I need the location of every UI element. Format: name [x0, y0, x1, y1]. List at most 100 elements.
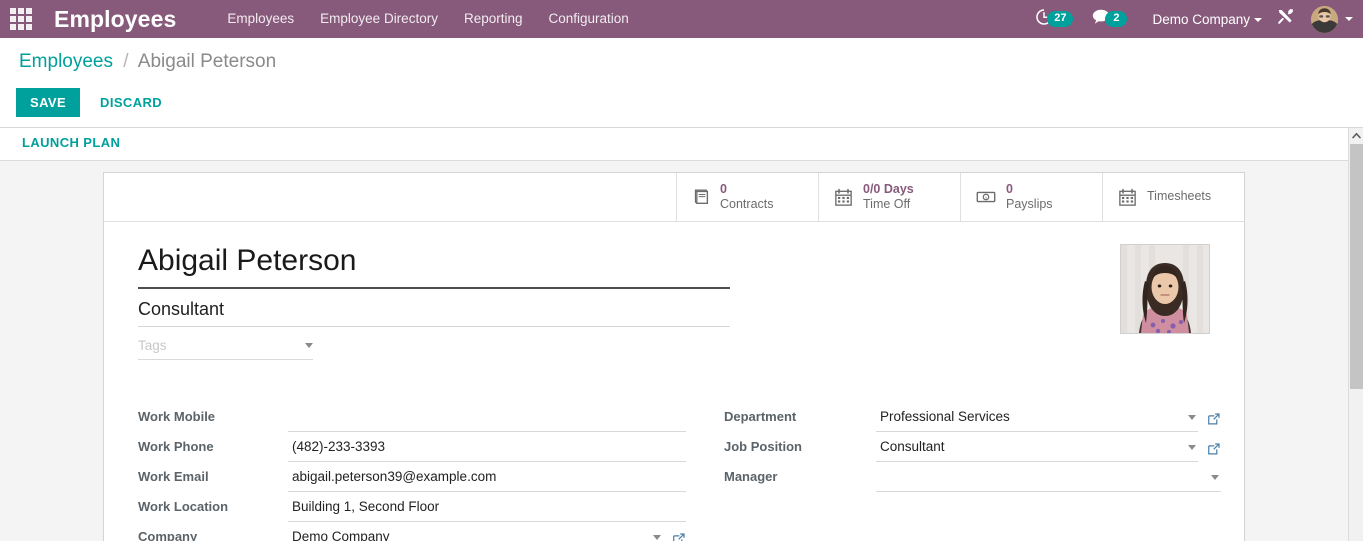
employee-name-input[interactable]: Abigail Peterson — [138, 244, 730, 289]
svg-text:1: 1 — [985, 195, 988, 201]
main-menu: Employees Employee Directory Reporting C… — [214, 0, 641, 38]
chevron-down-icon — [305, 343, 313, 349]
column-gap — [686, 462, 724, 492]
stat-label: Timesheets — [1147, 189, 1212, 204]
stat-value: 0/0 Days — [863, 181, 914, 196]
field-wrap-work-phone: (482)-233-3393 — [288, 432, 686, 463]
external-link-icon — [673, 533, 685, 541]
debug-tools-menu[interactable] — [1276, 7, 1295, 31]
open-company-record-button[interactable] — [672, 528, 686, 541]
stat-label: Contracts — [720, 197, 774, 211]
empty-cell — [724, 492, 876, 522]
field-value-company[interactable]: Demo Company — [288, 522, 663, 541]
activity-menu[interactable]: 27 — [1035, 8, 1074, 31]
stat-button-contracts[interactable]: 0 Contracts — [676, 173, 818, 221]
plan-action-bar: LAUNCH PLAN — [0, 128, 1363, 161]
field-text: Demo Company — [292, 529, 390, 541]
field-wrap-department: Professional Services — [876, 402, 1221, 433]
stat-button-text: Timesheets — [1147, 189, 1211, 204]
save-button[interactable]: SAVE — [16, 88, 81, 117]
column-gap — [686, 522, 724, 541]
chevron-down-icon — [1211, 475, 1219, 481]
stat-label: Payslips — [1006, 197, 1053, 211]
empty-cell — [876, 492, 1221, 522]
form-content-area: 0 Contracts 0/0 Days Time Off 1 0 Paysli… — [0, 161, 1348, 541]
employee-photo[interactable] — [1120, 244, 1210, 334]
field-label-work-phone: Work Phone — [138, 439, 214, 455]
field-text: Building 1, Second Floor — [292, 499, 440, 515]
record-title-block: Abigail Peterson Consultant Tags — [138, 244, 730, 361]
field-label-department: Department — [724, 409, 797, 425]
field-value-department[interactable]: Professional Services — [876, 402, 1198, 433]
field-label-manager: Manager — [724, 469, 778, 485]
field-value-work-email[interactable]: abigail.peterson39@example.com — [288, 462, 686, 493]
stat-button-time-off[interactable]: 0/0 Days Time Off — [818, 173, 960, 221]
avatar — [1311, 5, 1338, 33]
field-value-job-position[interactable]: Consultant — [876, 432, 1198, 463]
breadcrumb-root[interactable]: Employees — [19, 51, 113, 72]
control-panel: Employees / Abigail Peterson SAVE DISCAR… — [0, 38, 1363, 148]
stat-button-text: 0 Contracts — [720, 182, 774, 213]
field-wrap-manager — [876, 462, 1221, 493]
breadcrumb-current: Abigail Peterson — [137, 51, 277, 72]
breadcrumb-separator: / — [123, 51, 129, 72]
field-text: abigail.peterson39@example.com — [292, 469, 497, 485]
column-gap — [686, 492, 724, 522]
open-department-record-button[interactable] — [1207, 408, 1221, 426]
apps-grid-icon[interactable] — [8, 8, 34, 30]
empty-cell — [876, 522, 1221, 541]
field-label-work-email: Work Email — [138, 469, 209, 485]
form-body: Abigail Peterson Consultant Tags Work Mo… — [104, 222, 1244, 541]
launch-plan-button[interactable]: LAUNCH PLAN — [22, 135, 120, 150]
scroll-up-button[interactable] — [1349, 128, 1363, 143]
stat-label: Time Off — [863, 197, 911, 211]
activity-count-badge: 27 — [1047, 11, 1074, 27]
stat-button-payslips[interactable]: 1 0 Payslips — [960, 173, 1102, 221]
messages-count-badge: 2 — [1105, 11, 1128, 27]
calendar-icon — [833, 187, 854, 208]
field-text: Professional Services — [880, 409, 1010, 425]
top-navbar: Employees Employees Employee Directory R… — [0, 0, 1363, 38]
chevron-down-icon — [1254, 17, 1262, 22]
chevron-down-icon — [1188, 414, 1196, 420]
field-value-manager[interactable] — [876, 463, 1221, 493]
discard-button[interactable]: DISCARD — [88, 88, 174, 117]
wrench-screwdriver-icon — [1276, 7, 1295, 31]
employee-job-title-input[interactable]: Consultant — [138, 299, 730, 328]
field-text: (482)-233-3393 — [292, 439, 386, 455]
field-wrap-work-location: Building 1, Second Floor — [288, 492, 686, 523]
employee-fields-grid: Work Mobile Department Professional Serv… — [138, 402, 1221, 541]
column-gap — [686, 432, 724, 462]
breadcrumb: Employees / Abigail Peterson — [19, 51, 276, 73]
external-link-icon — [1208, 413, 1220, 425]
stat-value: 0 — [1006, 181, 1013, 196]
field-value-work-location[interactable]: Building 1, Second Floor — [288, 492, 686, 523]
menu-item-configuration[interactable]: Configuration — [536, 0, 642, 38]
field-wrap-work-email: abigail.peterson39@example.com — [288, 462, 686, 493]
messaging-menu[interactable]: 2 — [1091, 8, 1128, 30]
menu-item-reporting[interactable]: Reporting — [451, 0, 536, 38]
field-value-work-phone[interactable]: (482)-233-3393 — [288, 432, 686, 463]
stat-value: 0 — [720, 181, 727, 196]
stat-button-text: 0/0 Days Time Off — [863, 182, 914, 213]
open-job-position-record-button[interactable] — [1207, 438, 1221, 456]
field-value-work-mobile[interactable] — [288, 403, 686, 433]
company-switcher-label: Demo Company — [1152, 11, 1250, 27]
page-scrollbar[interactable] — [1348, 128, 1363, 541]
chevron-down-icon — [1188, 444, 1196, 450]
app-brand-title[interactable]: Employees — [40, 0, 186, 38]
menu-item-employee-directory[interactable]: Employee Directory — [307, 0, 451, 38]
employee-tags-field[interactable]: Tags — [138, 338, 313, 361]
field-text: Consultant — [880, 439, 945, 455]
field-label-work-mobile: Work Mobile — [138, 409, 216, 425]
tags-placeholder: Tags — [138, 338, 167, 354]
external-link-icon — [1208, 443, 1220, 455]
record-action-buttons: SAVE DISCARD — [16, 88, 174, 117]
company-switcher[interactable]: Demo Company — [1152, 12, 1262, 27]
stat-button-timesheets[interactable]: Timesheets — [1102, 173, 1244, 221]
form-sheet: 0 Contracts 0/0 Days Time Off 1 0 Paysli… — [103, 172, 1245, 541]
menu-item-employees[interactable]: Employees — [214, 0, 307, 38]
user-menu[interactable] — [1311, 5, 1353, 33]
scrollbar-thumb[interactable] — [1350, 144, 1363, 389]
field-label-job-position: Job Position — [724, 439, 802, 455]
